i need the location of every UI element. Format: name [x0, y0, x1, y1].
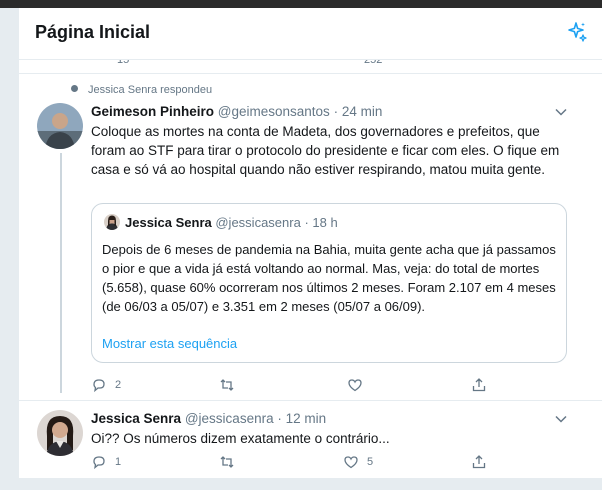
sparkle-icon[interactable] — [565, 20, 589, 44]
retweet-icon — [220, 456, 234, 468]
show-thread-link[interactable]: Mostrar esta sequência — [102, 336, 237, 351]
reply-context: Jessica Senra respondeu — [71, 84, 212, 96]
retweet-icon — [220, 379, 234, 391]
tweet-time[interactable]: · 12 min — [277, 411, 326, 426]
tweet-divider — [19, 400, 602, 401]
reply-button[interactable]: 1 — [91, 452, 121, 472]
previous-like-count: 252 — [364, 60, 383, 66]
author-handle[interactable]: @jessicasenra — [185, 411, 274, 426]
previous-tweet-actions: 15 252 — [19, 60, 602, 74]
quoted-avatar — [104, 214, 120, 230]
quoted-tweet[interactable]: Jessica Senra @jessicasenra · 18 h Depoi… — [91, 203, 567, 363]
quoted-tweet-time: · 18 h — [304, 215, 338, 230]
reply-icon — [93, 379, 105, 393]
retweet-button[interactable] — [219, 452, 243, 472]
chevron-down-icon[interactable] — [555, 108, 567, 116]
timeline-header: Página Inicial — [19, 8, 602, 60]
page-title: Página Inicial — [35, 22, 151, 42]
timeline-column: Página Inicial 15 252 Jessica Senra resp… — [18, 8, 602, 490]
reply-context-label: Jessica Senra respondeu — [88, 84, 213, 96]
heart-icon — [348, 379, 362, 392]
window-top-bar — [0, 0, 602, 8]
tweet-header: Jessica Senra @jessicasenra · 12 min — [91, 411, 326, 426]
chevron-down-icon[interactable] — [555, 415, 567, 423]
quoted-author-name: Jessica Senra — [125, 215, 212, 230]
reply-count: 1 — [115, 456, 122, 468]
thread-connector-line — [60, 153, 62, 393]
reply-button[interactable]: 2 — [91, 375, 121, 395]
tweet-actions: 2 — [91, 375, 571, 395]
like-button[interactable] — [347, 375, 371, 395]
avatar[interactable] — [37, 410, 83, 456]
share-icon — [472, 455, 486, 469]
tweet-time[interactable]: · 24 min — [334, 104, 383, 119]
tweet-header: Geimeson Pinheiro @geimesonsantos · 24 m… — [91, 104, 382, 119]
author-handle[interactable]: @geimesonsantos — [218, 104, 330, 119]
share-button[interactable] — [471, 452, 487, 472]
like-button[interactable]: 5 — [343, 452, 373, 472]
like-count: 5 — [367, 456, 374, 468]
timeline-bottom-divider — [19, 478, 602, 490]
previous-retweet-count: 15 — [117, 60, 130, 66]
speech-bubble-icon — [71, 85, 78, 92]
tweet-text: Coloque as mortes na conta de Madeta, do… — [91, 124, 560, 177]
share-icon — [472, 378, 486, 392]
quoted-tweet-header: Jessica Senra @jessicasenra · 18 h — [104, 214, 338, 230]
avatar[interactable] — [37, 103, 83, 149]
tweet-text: Oi?? Os números dizem exatamente o contr… — [91, 431, 390, 446]
tweet-actions: 1 5 — [91, 452, 571, 472]
quoted-author-handle: @jessicasenra — [215, 215, 301, 230]
retweet-button[interactable] — [219, 375, 243, 395]
reply-icon — [93, 456, 105, 470]
quoted-tweet-text: Depois de 6 meses de pandemia na Bahia, … — [102, 242, 556, 314]
reply-count: 2 — [115, 379, 122, 391]
share-button[interactable] — [471, 375, 487, 395]
author-name[interactable]: Geimeson Pinheiro — [91, 104, 214, 119]
author-name[interactable]: Jessica Senra — [91, 411, 181, 426]
heart-icon — [344, 456, 358, 469]
